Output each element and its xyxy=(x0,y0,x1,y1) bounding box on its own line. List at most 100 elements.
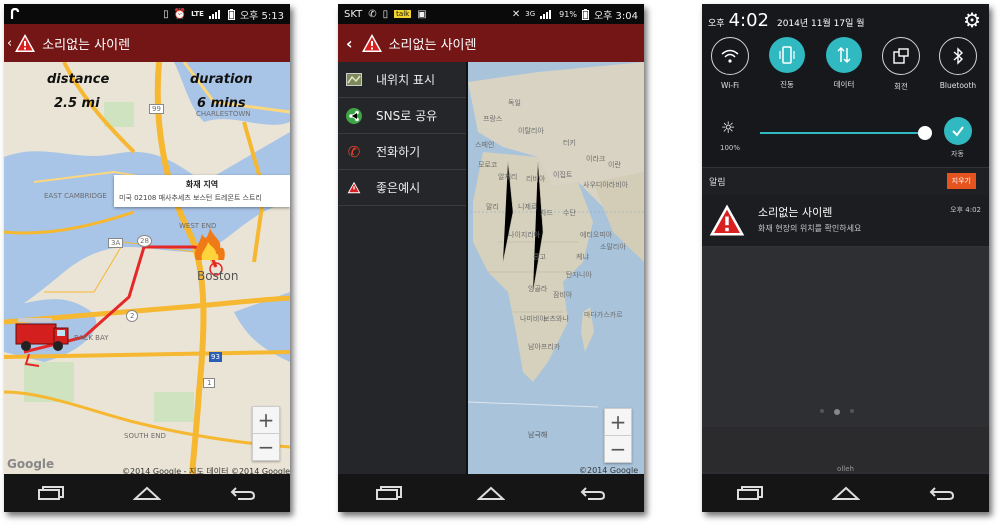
toggle-vibrate[interactable]: 진동 xyxy=(767,37,807,90)
zoom-control: + − xyxy=(604,408,632,463)
toggle-bluetooth[interactable]: Bluetooth xyxy=(938,37,978,90)
ocean-label: 남극해 xyxy=(528,431,548,439)
map-label-charlestown: CHARLESTOWN xyxy=(196,110,251,118)
battery-icon xyxy=(581,8,589,20)
clear-button[interactable]: 지우기 xyxy=(946,173,976,189)
image-icon: ▣ xyxy=(417,8,427,20)
notification-time: 오후 4:02 xyxy=(950,206,981,214)
country-label: 사우디아라비아 xyxy=(583,181,629,189)
country-label: 스페인 xyxy=(475,141,495,149)
zoom-out-button[interactable]: − xyxy=(253,434,279,460)
phone-screen-map-route: ▯ ⏰ LTE 오후 5:13 ‹ 소리없는 사이렌 distance 2.5 … xyxy=(4,4,290,512)
route-map[interactable]: distance 2.5 mi duration 6 mins CHARLEST… xyxy=(4,62,290,474)
phone-icon: ✆ xyxy=(347,142,361,161)
country-label: 이란 xyxy=(608,161,621,169)
back-icon[interactable] xyxy=(580,486,606,500)
navigation-bar xyxy=(702,474,989,512)
zoom-in-button[interactable]: + xyxy=(605,409,631,436)
toggle-label: 진동 xyxy=(780,80,794,89)
route-shield-3a: 3A xyxy=(108,238,124,248)
network-type: 3G xyxy=(525,10,536,18)
country-label: 나이지리아 xyxy=(508,231,541,239)
country-label: 터키 xyxy=(563,139,576,147)
recent-apps-icon[interactable] xyxy=(736,486,763,500)
alarm-icon: ⏰ xyxy=(173,8,187,20)
country-label: 앙골라 xyxy=(528,285,548,293)
map-label-boston: Boston xyxy=(197,269,239,283)
home-icon[interactable] xyxy=(476,486,505,500)
toggle-label: Bluetooth xyxy=(939,81,977,90)
back-icon[interactable] xyxy=(929,486,955,500)
auto-label: 자동 xyxy=(951,150,964,158)
battery-icon xyxy=(227,8,235,20)
brightness-slider[interactable] xyxy=(760,126,932,140)
fire-truck-marker[interactable] xyxy=(14,314,70,354)
sync-icon: ▯ xyxy=(163,8,169,20)
country-label: 모로코 xyxy=(478,161,498,169)
recent-apps-icon[interactable] xyxy=(375,486,402,500)
country-label: 이탈리아 xyxy=(518,127,544,135)
popup-address: 미국 02108 매사추세츠 보스턴 트레몬트 스트리 xyxy=(119,194,262,202)
bluetooth-icon xyxy=(953,47,964,65)
toggle-data[interactable]: 데이터 xyxy=(824,37,864,90)
clock: 오후 3:04 xyxy=(593,10,638,22)
country-label: 보츠와나 xyxy=(543,315,569,323)
toggle-rotate[interactable]: 회전 xyxy=(881,37,921,92)
fire-location-popup[interactable]: 화재 지역 미국 02108 매사추세츠 보스턴 트레몬트 스트리 xyxy=(114,175,290,207)
country-label: 케냐 xyxy=(576,253,589,261)
notifications-header: 알림 지우기 xyxy=(702,167,989,195)
fire-marker[interactable] xyxy=(192,226,230,262)
vibrate-icon xyxy=(779,46,795,64)
country-label: 니제르 xyxy=(518,203,538,211)
phone-screen-notification: 오후 4:02 2014년 11월 17일 월 ⚙ Wi-Fi 진동 데이터 회… xyxy=(702,4,989,512)
quick-settings-panel: 오후 4:02 2014년 11월 17일 월 ⚙ Wi-Fi 진동 데이터 회… xyxy=(702,4,989,184)
menu-item-show-location[interactable]: 내위치 표시 xyxy=(338,62,466,98)
time-ampm: 오후 xyxy=(708,19,725,29)
zoom-in-button[interactable]: + xyxy=(253,407,279,434)
google-logo: Google xyxy=(7,457,55,471)
back-chevron-icon[interactable]: ‹ xyxy=(7,36,12,51)
status-bar: ▯ ⏰ LTE 오후 5:13 xyxy=(4,4,290,24)
clock: 오후 5:13 xyxy=(239,10,284,22)
home-icon[interactable] xyxy=(831,486,860,500)
app-title: 소리없는 사이렌 xyxy=(388,37,477,53)
home-screen-dimmed: olleh xyxy=(702,247,989,474)
back-icon[interactable] xyxy=(230,486,256,500)
warning-triangle-icon xyxy=(709,204,745,236)
toggle-wifi[interactable]: Wi-Fi xyxy=(710,37,750,90)
check-icon xyxy=(952,126,964,137)
fire-icon xyxy=(194,228,225,260)
toggle-label: 회전 xyxy=(894,82,908,91)
zoom-out-button[interactable]: − xyxy=(605,436,631,462)
slider-thumb[interactable] xyxy=(918,126,932,140)
back-chevron-icon[interactable]: ‹ xyxy=(346,34,353,53)
auto-brightness-toggle[interactable] xyxy=(944,117,972,145)
settings-gear-icon[interactable]: ⚙ xyxy=(963,8,981,32)
menu-item-label: 내위치 표시 xyxy=(376,73,436,87)
notification-body: 화재 현장의 위치를 확인하세요 xyxy=(758,224,862,233)
battery-percent: 91% xyxy=(559,9,577,19)
navigation-bar xyxy=(338,474,644,512)
menu-item-share-sns[interactable]: SNS로 공유 xyxy=(338,98,466,134)
navigation-bar xyxy=(4,474,290,512)
zoom-control: + − xyxy=(252,406,280,461)
menu-item-call[interactable]: ✆ 전화하기 xyxy=(338,134,466,170)
recent-apps-icon[interactable] xyxy=(38,486,65,500)
country-label: 알제리 xyxy=(498,173,518,181)
map-copyright: ©2014 Google - 지도 데이터 ©2014 Google xyxy=(122,467,290,474)
page-dot xyxy=(834,409,840,415)
map-label-south-end: SOUTH END xyxy=(124,432,166,440)
country-label: 에티오피아 xyxy=(580,231,613,239)
route-shield-99: 99 xyxy=(149,104,164,114)
brightness-percent: 100% xyxy=(720,144,741,152)
signal-icon xyxy=(540,10,552,19)
notification-item[interactable]: 소리없는 사이렌 화재 현장의 위치를 확인하세요 오후 4:02 xyxy=(702,195,989,247)
date-label: 2014년 11월 17일 월 xyxy=(776,19,865,29)
home-icon[interactable] xyxy=(132,486,161,500)
page-dot xyxy=(850,409,854,413)
route-shield-93: 93 xyxy=(209,352,222,362)
menu-item-label: 좋은예시 xyxy=(376,181,421,195)
carrier-label: olleh xyxy=(837,465,854,473)
menu-item-good-example[interactable]: 좋은예시 xyxy=(338,170,466,206)
country-label: 독일 xyxy=(508,99,521,107)
